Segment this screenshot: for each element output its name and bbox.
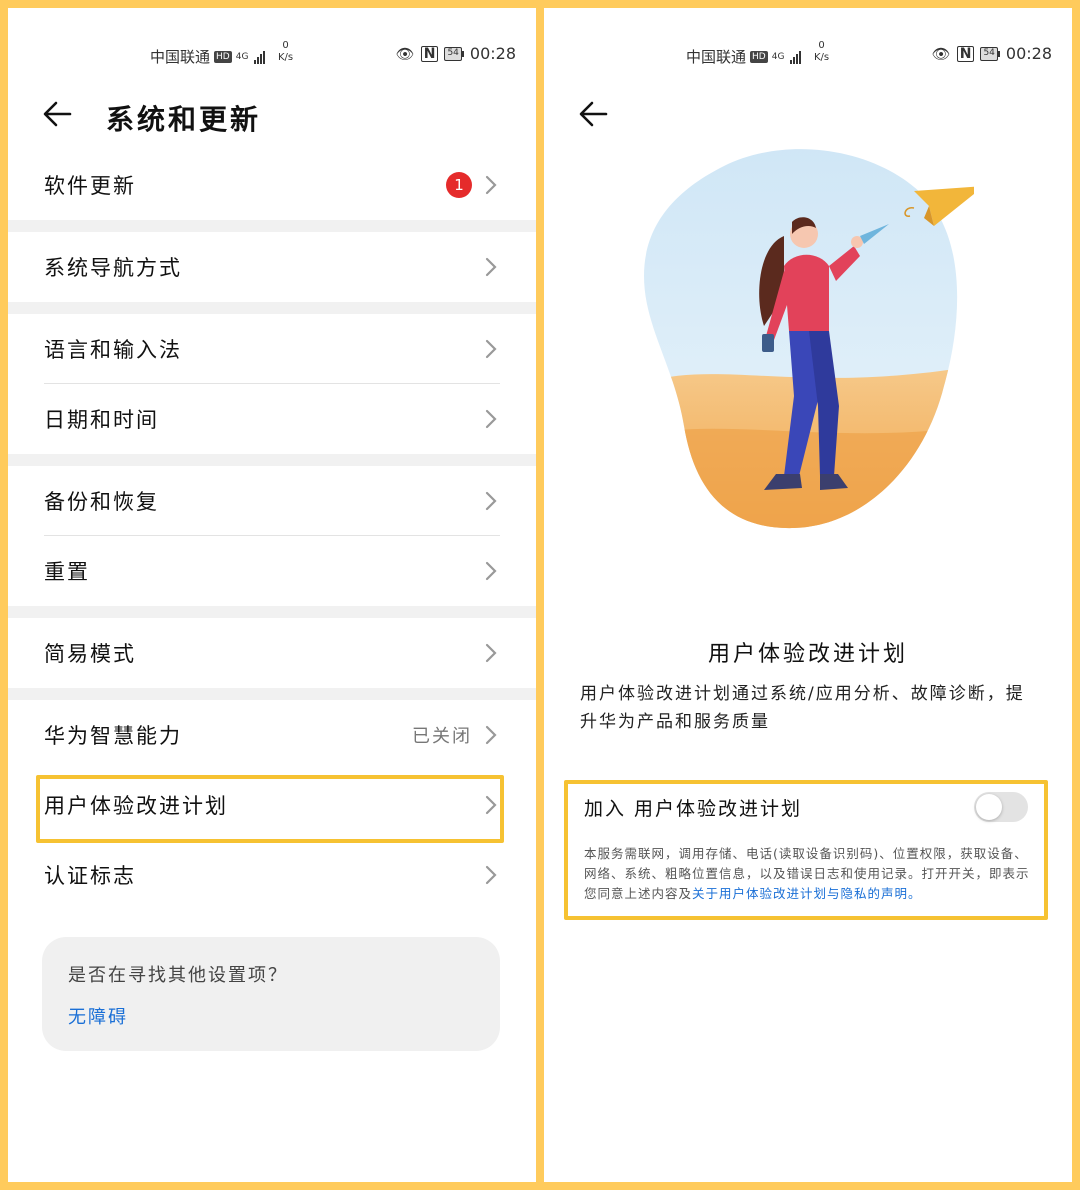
- back-arrow-icon[interactable]: [574, 94, 614, 134]
- list-item-software-update[interactable]: 软件更新 1: [8, 150, 536, 220]
- battery-level: 54: [980, 46, 998, 61]
- battery-icon: 54: [444, 46, 464, 61]
- paper-plane-illustration: [644, 149, 974, 529]
- update-count-badge: 1: [446, 172, 472, 198]
- item-label: 简易模式: [44, 642, 136, 666]
- list-item-simple-mode[interactable]: 简易模式: [8, 618, 536, 688]
- other-settings-card: 是否在寻找其他设置项？ 无障碍: [42, 937, 500, 1051]
- chevron-right-icon: [485, 561, 497, 581]
- join-section: 加入 用户体验改进计划 本服务需联网，调用存储、电话(读取设备识别码)、位置权限…: [564, 780, 1048, 920]
- status-bar: 中国联通 HD 4G 0 K/s 👁 N 54 00:28: [544, 40, 1072, 70]
- group-language-time: 语言和输入法 日期和时间: [8, 314, 536, 454]
- item-label: 重置: [44, 560, 90, 584]
- chevron-right-icon: [485, 725, 497, 745]
- signal-icon: [790, 50, 802, 64]
- carrier-info: 中国联通 HD 4G: [150, 46, 266, 67]
- card-question: 是否在寻找其他设置项？: [68, 965, 288, 986]
- list-item-date-time[interactable]: 日期和时间: [8, 384, 536, 454]
- chevron-right-icon: [485, 865, 497, 885]
- section-divider: [8, 606, 536, 618]
- speed-value: 0: [818, 40, 825, 51]
- chevron-right-icon: [485, 339, 497, 359]
- privacy-statement-link[interactable]: 关于用户体验改进计划与隐私的声明。: [692, 886, 922, 901]
- network-type: 4G: [771, 51, 785, 62]
- speed-unit: K/s: [278, 52, 294, 63]
- chevron-right-icon: [485, 795, 497, 815]
- settings-panel: 中国联通 HD 4G 0 K/s 👁 N 54 00:28 系统和更新 软件更新…: [8, 8, 536, 1182]
- item-status: 已关闭: [412, 726, 472, 747]
- back-arrow-icon[interactable]: [38, 94, 78, 134]
- eye-comfort-icon: 👁: [931, 44, 951, 63]
- carrier-name: 中国联通: [150, 48, 211, 66]
- clock: 00:28: [1005, 44, 1052, 63]
- group-more: 华为智慧能力 已关闭 用户体验改进计划 认证标志: [8, 700, 536, 910]
- battery-icon: 54: [980, 46, 1000, 61]
- ux-program-title: 用户体验改进计划: [707, 642, 908, 667]
- nfc-icon: N: [420, 45, 439, 62]
- section-divider: [8, 220, 536, 232]
- group-simple-mode: 简易模式: [8, 618, 536, 688]
- list-item-huawei-ai[interactable]: 华为智慧能力 已关闭: [8, 700, 536, 770]
- carrier-info: 中国联通 HD 4G: [686, 46, 802, 67]
- carrier-name: 中国联通: [686, 48, 747, 66]
- list-item-navigation[interactable]: 系统导航方式: [8, 232, 536, 302]
- page-title: 系统和更新: [106, 103, 262, 136]
- list-item-certification[interactable]: 认证标志: [8, 840, 536, 910]
- section-divider: [8, 454, 536, 466]
- speed-unit: K/s: [814, 52, 830, 63]
- hd-icon: HD: [750, 50, 768, 63]
- status-icons: 👁 N 54 00:28: [932, 44, 1052, 63]
- eye-comfort-icon: 👁: [395, 44, 415, 63]
- accessibility-link[interactable]: 无障碍: [68, 1003, 474, 1029]
- list-item-backup[interactable]: 备份和恢复: [8, 466, 536, 536]
- network-type: 4G: [235, 51, 249, 62]
- battery-level: 54: [444, 46, 462, 61]
- join-toggle[interactable]: [974, 792, 1028, 822]
- chevron-right-icon: [485, 643, 497, 663]
- chevron-right-icon: [485, 409, 497, 429]
- item-label: 华为智慧能力: [44, 724, 182, 748]
- ux-program-panel: 中国联通 HD 4G 0 K/s 👁 N 54 00:28 用户体验改进计划 用…: [544, 8, 1072, 1182]
- chevron-right-icon: [485, 491, 497, 511]
- item-label: 软件更新: [44, 174, 136, 198]
- net-speed: 0 K/s: [278, 40, 293, 64]
- clock: 00:28: [469, 44, 516, 63]
- group-navigation: 系统导航方式: [8, 232, 536, 302]
- signal-icon: [254, 50, 266, 64]
- privacy-notice: 本服务需联网，调用存储、电话(读取设备识别码)、位置权限，获取设备、网络、系统、…: [584, 844, 1030, 904]
- item-label: 备份和恢复: [44, 490, 159, 514]
- chevron-right-icon: [485, 257, 497, 277]
- chevron-right-icon: [485, 175, 497, 195]
- hd-icon: HD: [214, 50, 232, 63]
- nfc-icon: N: [956, 45, 975, 62]
- join-label: 加入 用户体验改进计划: [584, 798, 803, 820]
- speed-value: 0: [282, 40, 289, 51]
- item-label: 语言和输入法: [44, 338, 182, 362]
- section-divider: [8, 688, 536, 700]
- item-label: 系统导航方式: [44, 256, 182, 280]
- item-label: 用户体验改进计划: [44, 794, 228, 818]
- ux-program-description: 用户体验改进计划通过系统/应用分析、故障诊断，提升华为产品和服务质量: [580, 684, 1025, 732]
- list-item-language[interactable]: 语言和输入法: [8, 314, 536, 384]
- group-backup-reset: 备份和恢复 重置: [8, 466, 536, 606]
- section-divider: [8, 302, 536, 314]
- net-speed: 0 K/s: [814, 40, 829, 64]
- group-software-update: 软件更新 1: [8, 150, 536, 220]
- status-bar: 中国联通 HD 4G 0 K/s 👁 N 54 00:28: [8, 40, 536, 70]
- status-icons: 👁 N 54 00:28: [396, 44, 516, 63]
- list-item-ux-program[interactable]: 用户体验改进计划: [8, 770, 536, 840]
- toggle-knob: [976, 794, 1002, 820]
- list-item-reset[interactable]: 重置: [8, 536, 536, 606]
- item-label: 认证标志: [44, 864, 136, 888]
- item-label: 日期和时间: [44, 408, 159, 432]
